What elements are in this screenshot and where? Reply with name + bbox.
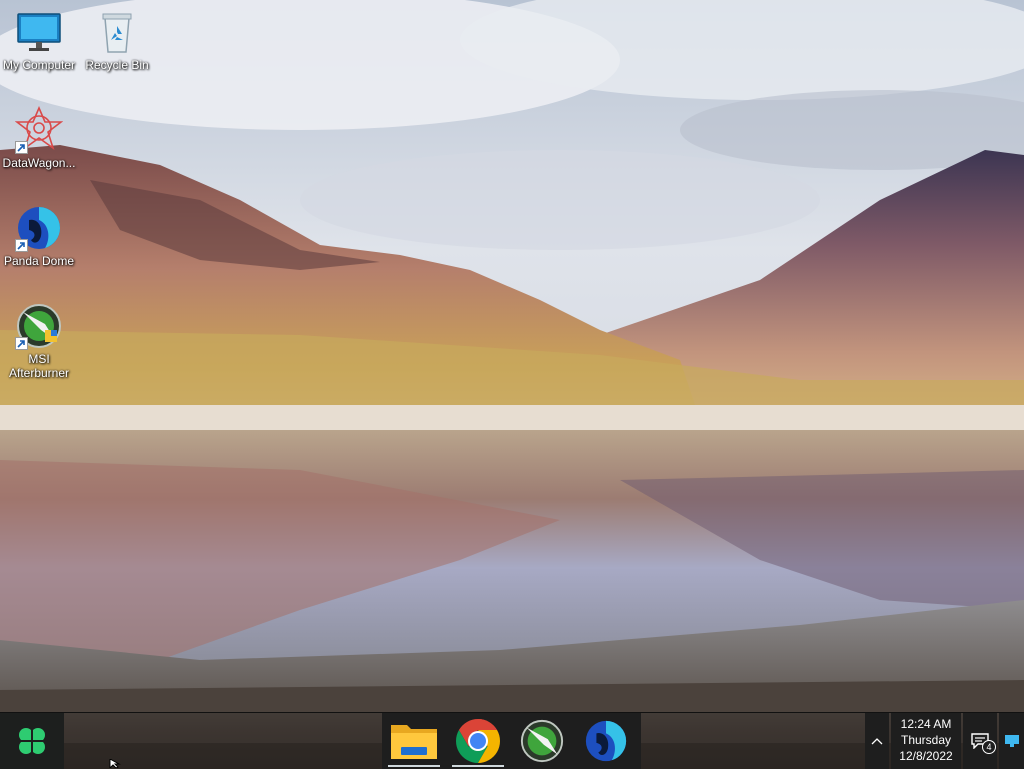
desktop-icon-label: Recycle Bin xyxy=(85,58,149,72)
taskbar-google-chrome[interactable] xyxy=(446,713,510,769)
clover-start-icon xyxy=(17,726,47,756)
shortcut-arrow-icon xyxy=(15,337,28,350)
desktop-preview-icon xyxy=(1004,735,1019,747)
notification-count-badge: 4 xyxy=(982,740,996,754)
show-hidden-icons-button[interactable] xyxy=(865,713,889,769)
mouse-cursor-icon xyxy=(109,759,121,768)
monitor-icon xyxy=(17,13,61,51)
desktop-icon-datawagon[interactable]: DataWagon... xyxy=(0,106,78,170)
notification-center-button[interactable]: 4 xyxy=(963,713,997,769)
folder-icon xyxy=(391,725,437,759)
msi-afterburner-icon xyxy=(520,719,564,763)
desktop-icon-recycle-bin[interactable]: Recycle Bin xyxy=(78,8,156,72)
desktop-icon-msi-afterburner[interactable]: MSI Afterburner xyxy=(0,302,78,380)
show-desktop-button[interactable] xyxy=(999,713,1024,769)
clock-date: 12/8/2022 xyxy=(899,749,953,763)
desktop-icon-label: My Computer xyxy=(2,58,76,72)
start-button[interactable] xyxy=(0,713,64,769)
desktop-icon-label: MSI Afterburner xyxy=(8,352,70,380)
taskbar-msi-afterburner[interactable] xyxy=(510,713,574,769)
taskbar: 12:24 AM Thursday 12/8/2022 4 xyxy=(0,712,1024,769)
desktop-icon-label: DataWagon... xyxy=(2,156,76,170)
clock[interactable]: 12:24 AM Thursday 12/8/2022 xyxy=(891,713,961,769)
shortcut-arrow-icon xyxy=(15,239,28,252)
clock-time: 12:24 AM xyxy=(900,717,952,731)
desktop-icon-label: Panda Dome xyxy=(3,254,75,268)
shortcut-arrow-icon xyxy=(15,141,28,154)
panda-dome-icon xyxy=(585,720,627,762)
pinned-apps xyxy=(382,713,641,769)
taskbar-panda-dome[interactable] xyxy=(574,713,638,769)
recycle-bin-icon xyxy=(102,13,132,53)
taskbar-file-explorer[interactable] xyxy=(382,713,446,769)
clock-day: Thursday xyxy=(900,733,952,747)
chevron-up-icon xyxy=(871,738,883,745)
desktop-wallpaper xyxy=(0,0,1024,712)
desktop-icon-my-computer[interactable]: My Computer xyxy=(0,8,78,72)
desktop-icon-panda-dome[interactable]: Panda Dome xyxy=(0,204,78,268)
chrome-icon xyxy=(456,719,500,763)
